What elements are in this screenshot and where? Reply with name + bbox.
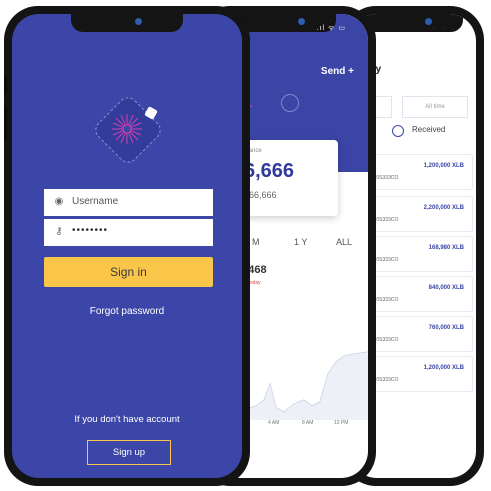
status-bar-icons: .ıl ᯤ ▭ [316,25,346,32]
period-tab[interactable]: ALL [336,237,352,247]
radio-received-label[interactable]: Received [412,125,445,134]
radio-received-button[interactable] [392,125,404,137]
period-tab[interactable]: M [252,237,260,247]
filter-all-time-button[interactable]: All time [402,96,468,118]
password-value: •••••••• [72,225,109,236]
notch [71,14,183,32]
transaction-amount: 760,000 XLB [428,325,464,331]
login-phone: ◉ Username ⚷ •••••••• Sign in Forgot pas… [4,6,250,486]
transaction-amount: 1,200,000 XLB [423,365,464,371]
user-icon: ◉ [54,196,64,207]
transaction-amount: 840,000 XLB [428,285,464,291]
balance-value: 6,666 [244,160,295,182]
password-field[interactable]: ⚷ •••••••• [44,219,213,246]
flower-logo-icon [112,114,142,144]
no-account-text: If you don't have account [74,414,180,425]
sign-in-button[interactable]: Sign in [44,257,213,287]
time-tick: 12 PM [334,420,349,426]
volume-button [4,106,7,140]
period-tab[interactable]: 1 Y [294,237,307,247]
time-tick: 8 AM [302,420,314,426]
side-button [4,76,7,94]
status-bar-icons: .ıl ᯤ ▭ [428,25,458,32]
login-screen: ◉ Username ⚷ •••••••• Sign in Forgot pas… [12,14,242,478]
camera [298,18,305,25]
transaction-amount: 2,200,000 XLB [423,205,464,211]
key-icon: ⚷ [55,226,63,237]
camera [135,18,142,25]
transaction-amount: 168,980 XLB [428,245,464,251]
time-tick: 4 AM [268,420,280,426]
transaction-amount: 1,200,000 XLB [423,163,464,169]
forgot-password-link[interactable]: Forgot password [12,306,242,317]
send-button[interactable]: Send + [321,66,354,77]
gear-icon[interactable] [281,94,299,112]
username-placeholder: Username [72,196,119,207]
sign-up-button[interactable]: Sign up [87,440,171,465]
username-field[interactable]: ◉ Username [44,189,213,216]
